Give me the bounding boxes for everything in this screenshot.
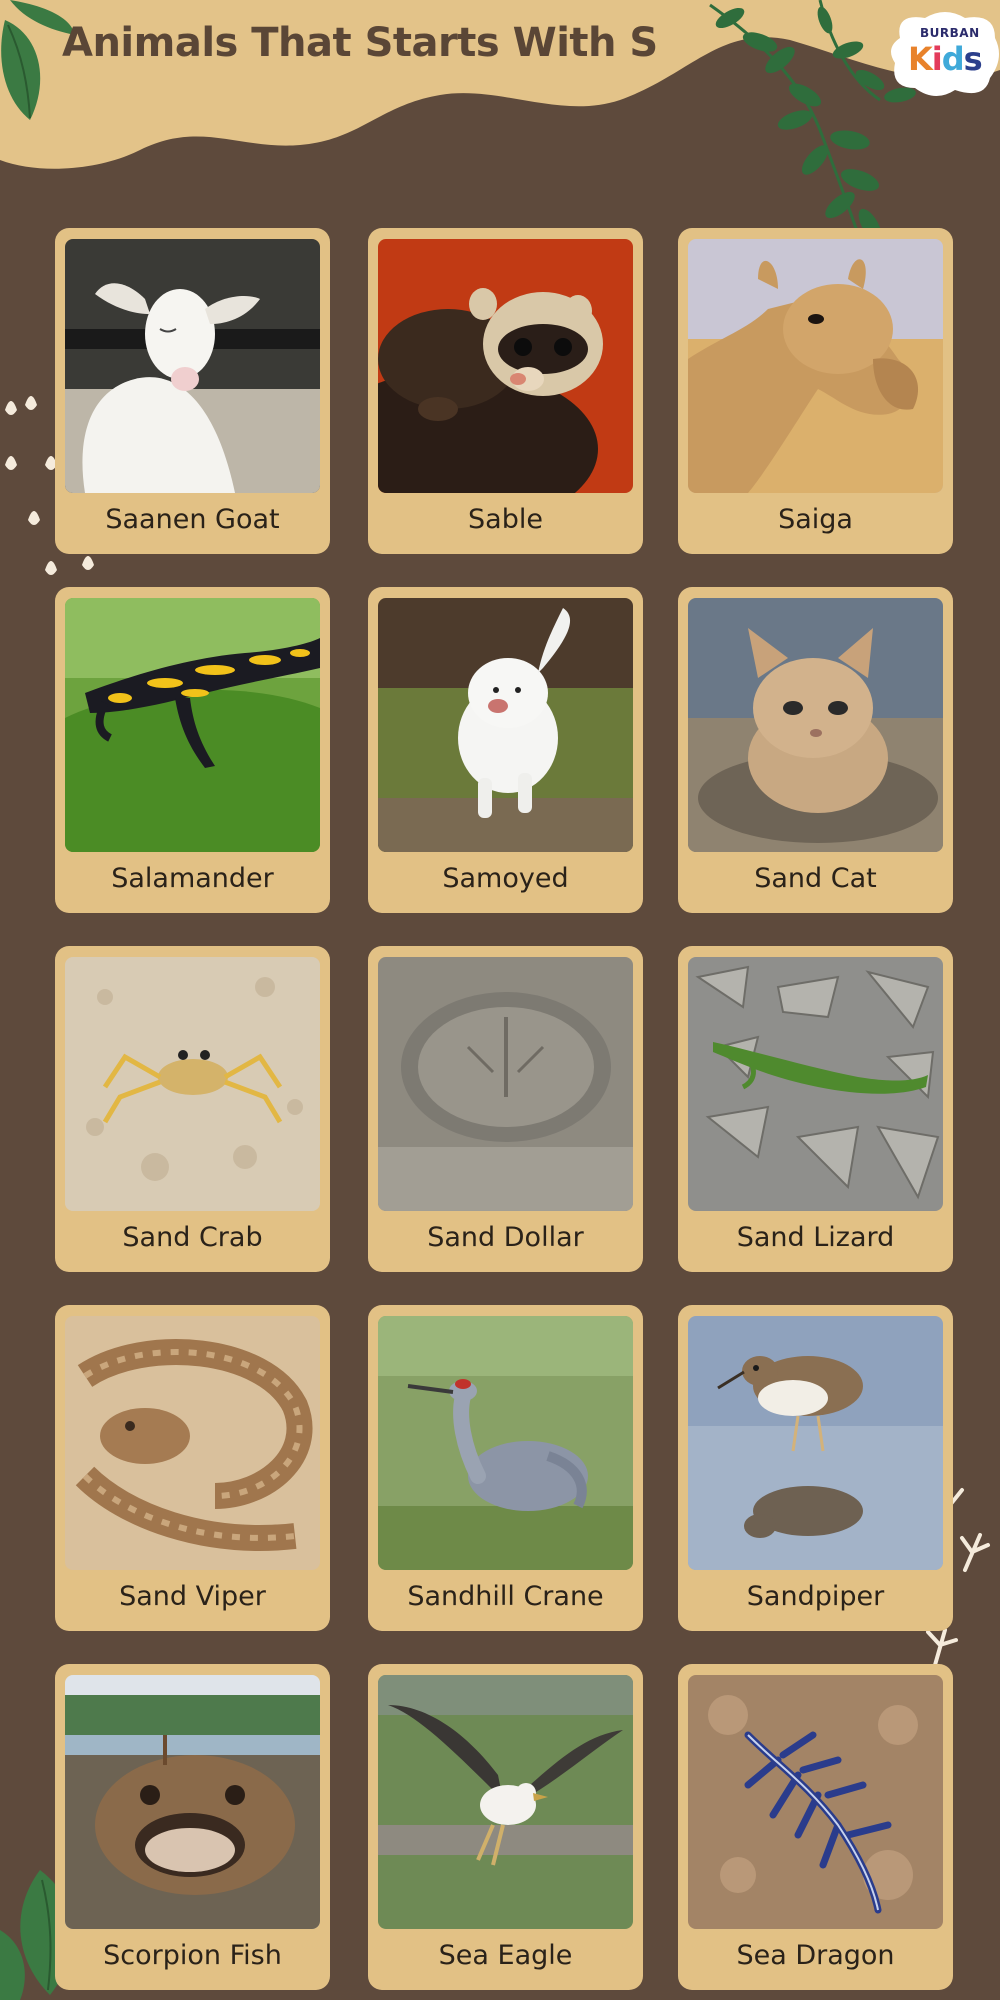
saiga-photo [688, 239, 943, 493]
scorpion-fish-photo [65, 1675, 320, 1929]
sand-lizard-photo [688, 957, 943, 1211]
animal-card: Scorpion Fish [55, 1664, 330, 1990]
salamander-photo [65, 598, 320, 852]
animal-name: Sable [468, 504, 543, 535]
animal-card: Salamander [55, 587, 330, 913]
sand-crab-photo [65, 957, 320, 1211]
animal-name: Sand Viper [119, 1581, 266, 1612]
animal-name: Sand Dollar [427, 1222, 584, 1253]
animal-name: Sea Eagle [438, 1940, 573, 1971]
sand-cat-photo [688, 598, 943, 852]
animal-name: Scorpion Fish [103, 1940, 282, 1971]
animal-name: Sandpiper [746, 1581, 885, 1612]
animal-name: Sandhill Crane [407, 1581, 604, 1612]
animal-card: Sand Cat [678, 587, 953, 913]
animal-card: Samoyed [368, 587, 643, 913]
animal-name: Sand Lizard [736, 1222, 895, 1253]
animal-card: Sand Viper [55, 1305, 330, 1631]
animal-name: Samoyed [442, 863, 569, 894]
animal-name: Sea Dragon [736, 1940, 895, 1971]
animal-name: Saanen Goat [105, 504, 280, 535]
animal-card: Sandhill Crane [368, 1305, 643, 1631]
animal-name: Salamander [111, 863, 274, 894]
goat-photo [65, 239, 320, 493]
sandpiper-photo [688, 1316, 943, 1570]
animal-card: Sable [368, 228, 643, 554]
animal-card: Saanen Goat [55, 228, 330, 554]
animal-card: Saiga [678, 228, 953, 554]
sable-photo [378, 239, 633, 493]
animal-grid: Saanen Goat Sable Saiga Salamander Samoyed Sa… [0, 0, 1000, 2000]
animal-card: Sand Dollar [368, 946, 643, 1272]
animal-card: Sandpiper [678, 1305, 953, 1631]
animal-card: Sea Dragon [678, 1664, 953, 1990]
animal-card: Sand Crab [55, 946, 330, 1272]
animal-name: Sand Crab [122, 1222, 263, 1253]
sand-dollar-photo [378, 957, 633, 1211]
animal-card: Sea Eagle [368, 1664, 643, 1990]
sea-eagle-photo [378, 1675, 633, 1929]
sandhill-crane-photo [378, 1316, 633, 1570]
animal-name: Saiga [778, 504, 853, 535]
animal-name: Sand Cat [754, 863, 877, 894]
sea-dragon-photo [688, 1675, 943, 1929]
sand-viper-photo [65, 1316, 320, 1570]
animal-card: Sand Lizard [678, 946, 953, 1272]
samoyed-photo [378, 598, 633, 852]
